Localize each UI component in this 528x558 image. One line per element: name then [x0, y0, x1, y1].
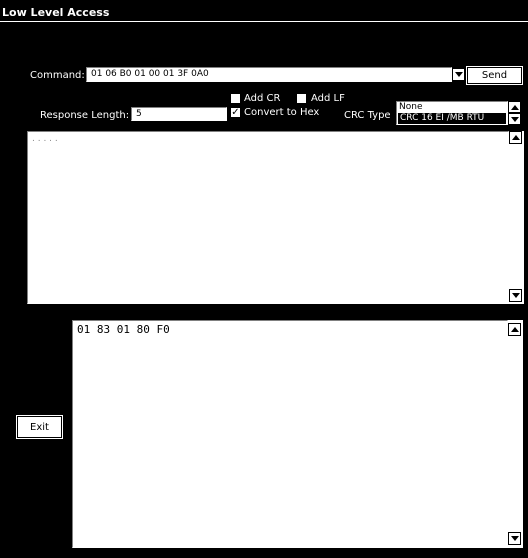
- command-dropdown-button[interactable]: [452, 68, 465, 81]
- convert-hex-checkbox[interactable]: ✓: [230, 107, 241, 118]
- log-scrollbar[interactable]: [509, 131, 524, 304]
- command-value: 01 06 B0 01 00 01 3F 0A0: [91, 69, 209, 79]
- arrow-down-icon: [510, 536, 519, 541]
- arrow-up-icon: [510, 327, 519, 332]
- response-pane[interactable]: 01 83 01 80 F0: [72, 320, 508, 548]
- command-label: Command:: [30, 70, 85, 81]
- crc-scroll-up[interactable]: [508, 101, 521, 113]
- checkmark-icon: ✓: [231, 107, 240, 118]
- chevron-down-icon: [454, 72, 463, 77]
- log-scroll-up[interactable]: [509, 131, 522, 144]
- send-button[interactable]: Send: [466, 66, 523, 85]
- response-text: 01 83 01 80 F0: [77, 323, 170, 336]
- crc-option-none[interactable]: None: [399, 102, 422, 112]
- crc-option-selected[interactable]: CRC 16 EI /MB RTU: [398, 113, 506, 124]
- title-divider: [0, 21, 528, 22]
- add-cr-checkbox[interactable]: [230, 93, 241, 104]
- arrow-up-icon: [510, 104, 519, 110]
- crc-type-listbox[interactable]: None CRC 16 EI /MB RTU: [396, 101, 508, 125]
- exit-button[interactable]: Exit: [16, 415, 63, 439]
- convert-hex-label: Convert to Hex: [244, 107, 320, 118]
- crc-type-label: CRC Type: [344, 110, 391, 121]
- add-lf-label: Add LF: [311, 93, 345, 104]
- response-length-input[interactable]: 5: [131, 107, 227, 121]
- crc-scroll-down[interactable]: [508, 113, 521, 125]
- response-scrollbar[interactable]: [508, 320, 523, 548]
- window-title: Low Level Access: [2, 6, 110, 19]
- command-input[interactable]: 01 06 B0 01 00 01 3F 0A0: [86, 67, 452, 82]
- add-lf-checkbox[interactable]: [296, 93, 307, 104]
- arrow-up-icon: [511, 135, 520, 140]
- response-length-value: 5: [136, 109, 142, 119]
- log-scroll-down[interactable]: [509, 289, 522, 302]
- log-pane[interactable]: . . . . .: [27, 131, 509, 304]
- response-length-label: Response Length:: [40, 110, 130, 121]
- arrow-down-icon: [511, 293, 520, 298]
- response-scroll-up[interactable]: [508, 323, 521, 336]
- exit-button-label: Exit: [30, 421, 49, 433]
- response-scroll-down[interactable]: [508, 532, 521, 545]
- add-cr-label: Add CR: [244, 93, 281, 104]
- send-button-label: Send: [481, 70, 508, 81]
- log-text: . . . . .: [32, 134, 58, 144]
- arrow-down-icon: [510, 116, 519, 122]
